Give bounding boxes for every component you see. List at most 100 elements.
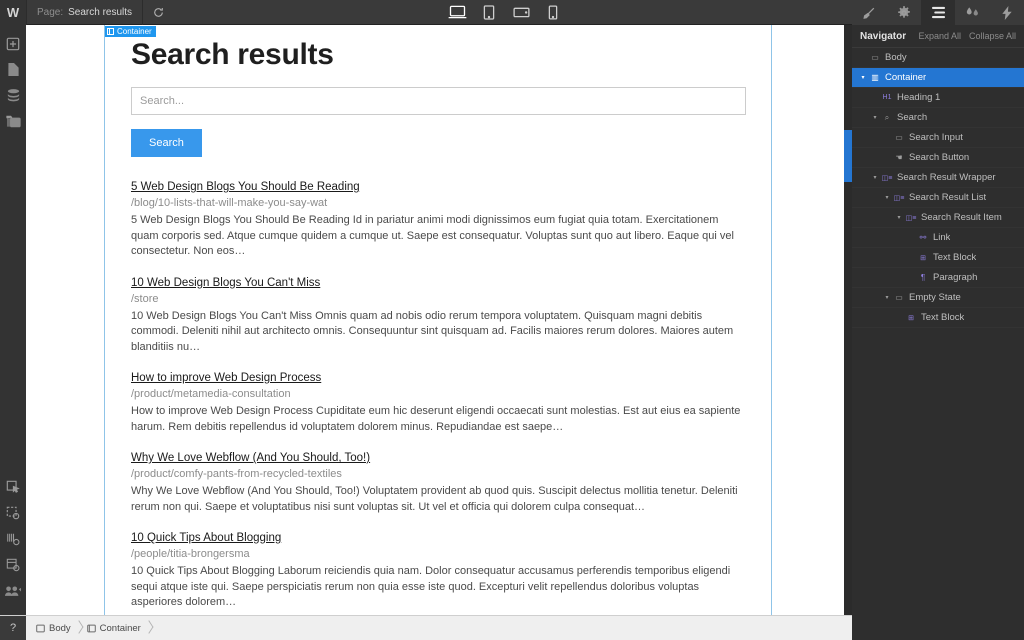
result-link[interactable]: Why We Love Webflow (And You Should, Too… xyxy=(131,452,370,464)
breadcrumb-item-body[interactable]: Body xyxy=(26,616,75,640)
nav-item-heading-1[interactable]: H1 Heading 1 xyxy=(852,88,1024,108)
link-icon: ⚯ xyxy=(919,233,927,242)
nav-item-label: Search Result Item xyxy=(921,212,1002,223)
search-result-list: 5 Web Design Blogs You Should Be Reading… xyxy=(131,177,746,615)
canvas-scrollbar[interactable] xyxy=(844,25,852,615)
chevron-toggle[interactable]: ▾ xyxy=(870,114,880,121)
style-panel-tab[interactable] xyxy=(852,0,886,25)
nav-item-search[interactable]: ▾ ⌕ Search xyxy=(852,108,1024,128)
input-icon: ▭ xyxy=(895,133,903,142)
navigator-title: Navigator xyxy=(860,30,907,42)
body-icon: ▭ xyxy=(871,53,879,62)
nav-item-search-result-wrapper[interactable]: ▾ ◫≡ Search Result Wrapper xyxy=(852,168,1024,188)
result-body: 5 Web Design Blogs You Should Be Reading… xyxy=(131,214,734,257)
page-title: Search results xyxy=(131,38,334,71)
bottom-status-bar: ? Body Container xyxy=(0,615,852,640)
design-canvas[interactable]: Container Search results Search... Searc… xyxy=(26,25,852,615)
breadcrumb-separator xyxy=(145,616,153,640)
nav-item-label: Body xyxy=(885,52,907,63)
chevron-toggle[interactable]: ▾ xyxy=(882,194,892,201)
body-icon xyxy=(36,624,45,633)
nav-item-label: Empty State xyxy=(909,292,961,303)
people-icon[interactable] xyxy=(0,578,26,603)
webflow-logo[interactable]: W xyxy=(0,0,26,25)
paintbrush-icon xyxy=(862,6,876,20)
nav-item-label: Search Result List xyxy=(909,192,987,203)
nav-item-container[interactable]: ▾ ▥ Container xyxy=(852,68,1024,88)
search-result-item: 5 Web Design Blogs You Should Be Reading… xyxy=(131,177,746,260)
nav-item-search-button[interactable]: ☚ Search Button xyxy=(852,148,1024,168)
paragraph-icon: ¶ xyxy=(920,273,926,282)
nav-item-search-result-list[interactable]: ▾ ◫≡ Search Result List xyxy=(852,188,1024,208)
images-icon[interactable] xyxy=(0,109,26,134)
selected-element-label: Container xyxy=(117,27,152,36)
breakpoint-mobile-portrait[interactable] xyxy=(537,0,569,25)
cursor-select-icon[interactable] xyxy=(0,474,26,499)
navigator-panel-tab[interactable] xyxy=(920,0,956,25)
breadcrumb-label: Container xyxy=(99,622,141,634)
nav-item-search-input[interactable]: ▭ Search Input xyxy=(852,128,1024,148)
container-icon xyxy=(86,624,96,633)
canvas-scrollbar-thumb[interactable] xyxy=(844,130,852,182)
chevron-toggle[interactable]: ▾ xyxy=(882,294,892,301)
canvas-page-surface: Container Search results Search... Searc… xyxy=(26,25,772,615)
expand-all-button[interactable]: Expand All xyxy=(918,31,961,41)
result-link[interactable]: How to improve Web Design Process xyxy=(131,372,321,384)
lightning-icon xyxy=(1001,5,1013,20)
nav-item-label: Search xyxy=(897,112,928,123)
nav-item-label: Heading 1 xyxy=(897,92,941,103)
breakpoint-mobile-landscape[interactable] xyxy=(505,0,537,25)
page-eye-icon[interactable] xyxy=(0,552,26,577)
nav-item-label: Search Result Wrapper xyxy=(897,172,996,183)
settings-panel-tab[interactable] xyxy=(886,0,920,25)
page-indicator-value: Search results xyxy=(68,6,133,18)
search-icon: ⌕ xyxy=(884,112,890,122)
nav-item-text-block[interactable]: ⊞ Text Block xyxy=(852,248,1024,268)
page-indicator[interactable]: Page: Search results xyxy=(26,0,142,25)
nav-item-empty-state[interactable]: ▾ ▭ Empty State xyxy=(852,288,1024,308)
marquee-eye-icon[interactable] xyxy=(0,500,26,525)
nav-item-body[interactable]: ▭ Body xyxy=(852,48,1024,68)
chevron-toggle[interactable]: ▾ xyxy=(870,174,880,181)
collection-icon: ◫≡ xyxy=(881,174,893,182)
nav-item-label: Text Block xyxy=(921,312,965,323)
page-indicator-key: Page: xyxy=(37,6,64,18)
breakpoint-tablet[interactable] xyxy=(473,0,505,25)
nav-item-paragraph[interactable]: ¶ Paragraph xyxy=(852,268,1024,288)
result-link[interactable]: 5 Web Design Blogs You Should Be Reading xyxy=(131,181,360,193)
breadcrumb-label: Body xyxy=(49,622,71,634)
selected-element-badge[interactable]: Container xyxy=(105,26,156,37)
help-button[interactable]: ? xyxy=(0,615,26,640)
chevron-toggle[interactable]: ▾ xyxy=(858,74,868,81)
breadcrumb-item-container[interactable]: Container xyxy=(83,616,145,640)
refresh-icon[interactable] xyxy=(143,0,173,25)
chevron-toggle[interactable]: ▾ xyxy=(894,214,904,221)
nav-item-label: Paragraph xyxy=(933,272,978,283)
nav-item-label: Link xyxy=(933,232,951,243)
effects-panel-tab[interactable] xyxy=(990,0,1024,25)
breakpoint-desktop[interactable] xyxy=(441,0,473,25)
webflow-designer: W Page: Search results Container Search … xyxy=(0,0,1024,640)
navigator-tree: ▭ Body ▾ ▥ Container H1 Heading 1 ▾ ⌕ Se… xyxy=(852,48,1024,328)
columns-eye-icon[interactable] xyxy=(0,526,26,551)
nav-item-label: Search Input xyxy=(909,132,963,143)
result-link[interactable]: 10 Web Design Blogs You Can't Miss xyxy=(131,277,320,289)
search-result-item: 10 Web Design Blogs You Can't Miss /stor… xyxy=(131,273,746,356)
nav-item-link[interactable]: ⚯ Link xyxy=(852,228,1024,248)
nav-item-text-block-2[interactable]: ⊞ Text Block xyxy=(852,308,1024,328)
document-icon[interactable] xyxy=(0,57,26,82)
result-link[interactable]: 10 Quick Tips About Blogging xyxy=(131,532,281,544)
interactions-panel-tab[interactable] xyxy=(955,0,989,25)
result-url: /blog/10-lists-that-will-make-you-say-wa… xyxy=(131,197,328,209)
result-url: /product/metamedia-consultation xyxy=(131,388,291,400)
result-body: Why We Love Webflow (And You Should, Too… xyxy=(131,485,738,513)
search-result-item: 10 Quick Tips About Blogging /people/tit… xyxy=(131,528,746,611)
search-button[interactable]: Search xyxy=(131,129,202,157)
right-panel-tabs xyxy=(852,0,1024,25)
plus-box-icon[interactable] xyxy=(0,31,26,56)
database-icon[interactable] xyxy=(0,83,26,108)
navigator-header: Navigator Expand All Collapse All xyxy=(852,25,1024,48)
nav-item-search-result-item[interactable]: ▾ ◫≡ Search Result Item xyxy=(852,208,1024,228)
search-input[interactable]: Search... xyxy=(131,87,746,115)
collapse-all-button[interactable]: Collapse All xyxy=(969,31,1016,41)
